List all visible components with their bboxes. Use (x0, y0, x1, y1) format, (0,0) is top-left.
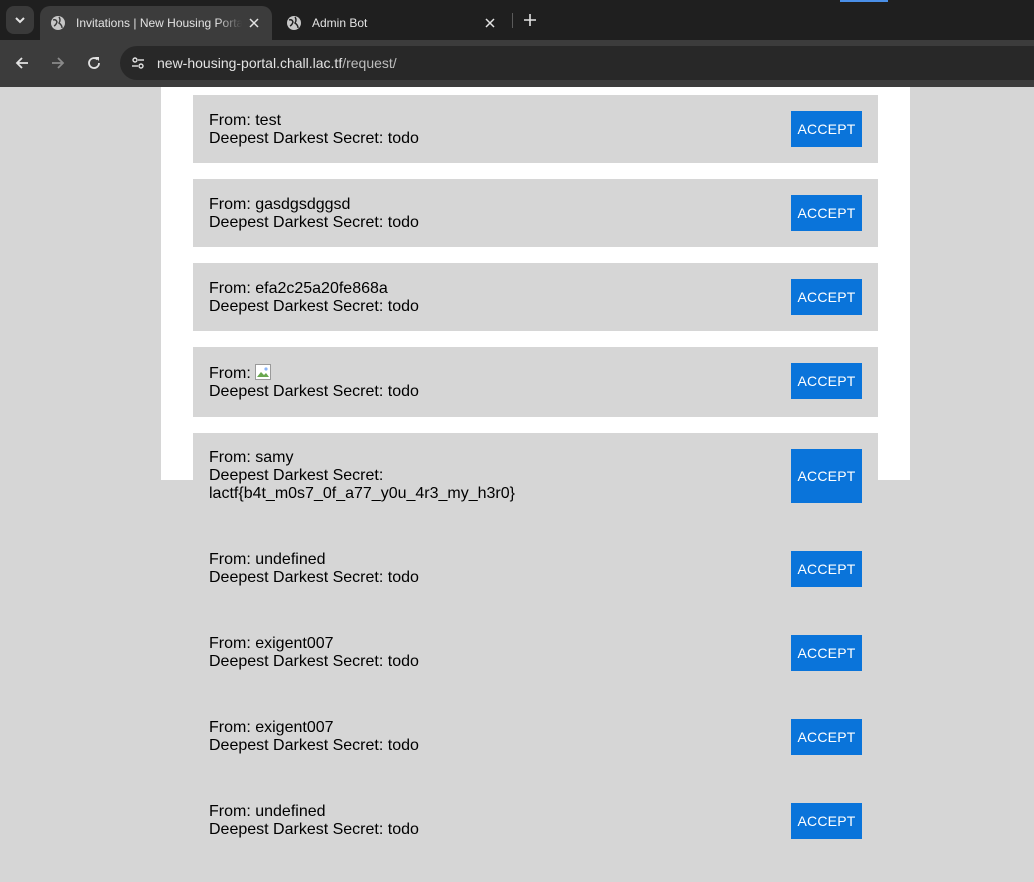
invitation-text: From: exigent007 Deepest Darkest Secret:… (209, 635, 419, 671)
invitation-secret: Deepest Darkest Secret: todo (209, 569, 419, 586)
close-tab-icon[interactable] (482, 15, 498, 31)
invitation-from: From: gasdgsdggsd (209, 196, 351, 213)
address-bar[interactable]: new-housing-portal.chall.lac.tf/request/ (120, 46, 1034, 80)
window-accent (840, 0, 888, 2)
page-content: From: test Deepest Darkest Secret: todo … (0, 87, 1034, 882)
browser-tabstrip: Invitations | New Housing Portal Admin B… (0, 0, 1034, 40)
invitation-secret: Deepest Darkest Secret: (209, 467, 384, 484)
accept-button[interactable]: ACCEPT (791, 279, 862, 315)
invitation-card: From: gasdgsdggsd Deepest Darkest Secret… (193, 179, 878, 247)
invitation-secret: Deepest Darkest Secret: todo (209, 653, 419, 670)
invitation-card: From: exigent007 Deepest Darkest Secret:… (193, 703, 878, 771)
invitation-from: From: test (209, 112, 282, 129)
browser-toolbar: new-housing-portal.chall.lac.tf/request/ (0, 40, 1034, 87)
invitation-from: From: (209, 365, 251, 382)
invitation-from: From: undefined (209, 803, 326, 820)
invitation-card: From: exigent007 Deepest Darkest Secret:… (193, 619, 878, 687)
accept-button[interactable]: ACCEPT (791, 635, 862, 671)
invitation-secret: Deepest Darkest Secret: todo (209, 737, 419, 754)
invitation-from: From: exigent007 (209, 635, 334, 652)
invitation-secret-value: lactf{b4t_m0s7_0f_a77_y0u_4r3_my_h3r0} (209, 485, 515, 502)
reload-button[interactable] (81, 50, 107, 76)
arrow-right-icon (52, 57, 65, 69)
arrow-left-icon (15, 57, 28, 69)
globe-icon (287, 16, 301, 30)
url-path: /request/ (342, 55, 397, 71)
accept-button[interactable]: ACCEPT (791, 803, 862, 839)
globe-icon (51, 16, 65, 30)
new-tab-button[interactable] (518, 8, 542, 32)
invitation-from: From: undefined (209, 551, 326, 568)
accept-button[interactable]: ACCEPT (791, 551, 862, 587)
invitation-secret: Deepest Darkest Secret: todo (209, 821, 419, 838)
tab-title: Invitations | New Housing Portal (76, 16, 242, 30)
invitation-text: From: undefined Deepest Darkest Secret: … (209, 803, 419, 839)
accept-button[interactable]: ACCEPT (791, 363, 862, 399)
invitation-from: From: exigent007 (209, 719, 334, 736)
invitation-text: From: test Deepest Darkest Secret: todo (209, 112, 419, 148)
broken-image-icon (255, 364, 272, 380)
invitation-secret: Deepest Darkest Secret: todo (209, 130, 419, 147)
tab-title: Admin Bot (312, 16, 368, 30)
accept-button[interactable]: ACCEPT (791, 449, 862, 503)
invitation-secret: Deepest Darkest Secret: todo (209, 214, 419, 231)
tune-icon (132, 57, 144, 69)
chevron-down-icon (15, 17, 25, 24)
invitation-from: From: samy (209, 449, 294, 466)
invitation-secret: Deepest Darkest Secret: todo (209, 298, 419, 315)
invitation-text: From: gasdgsdggsd Deepest Darkest Secret… (209, 196, 419, 232)
invitation-card: From: efa2c25a20fe868a Deepest Darkest S… (193, 263, 878, 331)
tab-admin-bot[interactable]: Admin Bot (276, 6, 508, 40)
invitation-card: From: samy Deepest Darkest Secret: lactf… (193, 433, 878, 521)
url-host: new-housing-portal.chall.lac.tf (157, 55, 343, 71)
accept-button[interactable]: ACCEPT (791, 719, 862, 755)
invitation-card: From: undefined Deepest Darkest Secret: … (193, 535, 878, 603)
invitation-text: From: samy Deepest Darkest Secret: lactf… (209, 449, 515, 503)
close-tab-icon[interactable] (246, 15, 262, 31)
tab-search-button[interactable] (6, 6, 34, 34)
url-text: new-housing-portal.chall.lac.tf/request/ (157, 55, 397, 71)
tab-separator (512, 13, 513, 28)
invitation-text: From: Deepest Darkest Secret: todo (209, 364, 419, 401)
invitation-card: From: undefined Deepest Darkest Secret: … (193, 787, 878, 855)
accept-button[interactable]: ACCEPT (791, 111, 862, 147)
invitation-card: From: Deepest Darkest Secret: todo ACCEP… (193, 347, 878, 417)
invitation-text: From: efa2c25a20fe868a Deepest Darkest S… (209, 280, 419, 316)
accept-button[interactable]: ACCEPT (791, 195, 862, 231)
tab-invitations[interactable]: Invitations | New Housing Portal (40, 6, 272, 40)
invitation-secret: Deepest Darkest Secret: todo (209, 383, 419, 400)
reload-icon (88, 57, 100, 69)
invitation-text: From: undefined Deepest Darkest Secret: … (209, 551, 419, 587)
site-info-button[interactable] (128, 53, 148, 73)
back-button[interactable] (9, 50, 35, 76)
invitation-card: From: test Deepest Darkest Secret: todo … (193, 95, 878, 163)
plus-icon (524, 14, 536, 26)
forward-button[interactable] (45, 50, 71, 76)
invitation-text: From: exigent007 Deepest Darkest Secret:… (209, 719, 419, 755)
invitation-from: From: efa2c25a20fe868a (209, 280, 388, 297)
